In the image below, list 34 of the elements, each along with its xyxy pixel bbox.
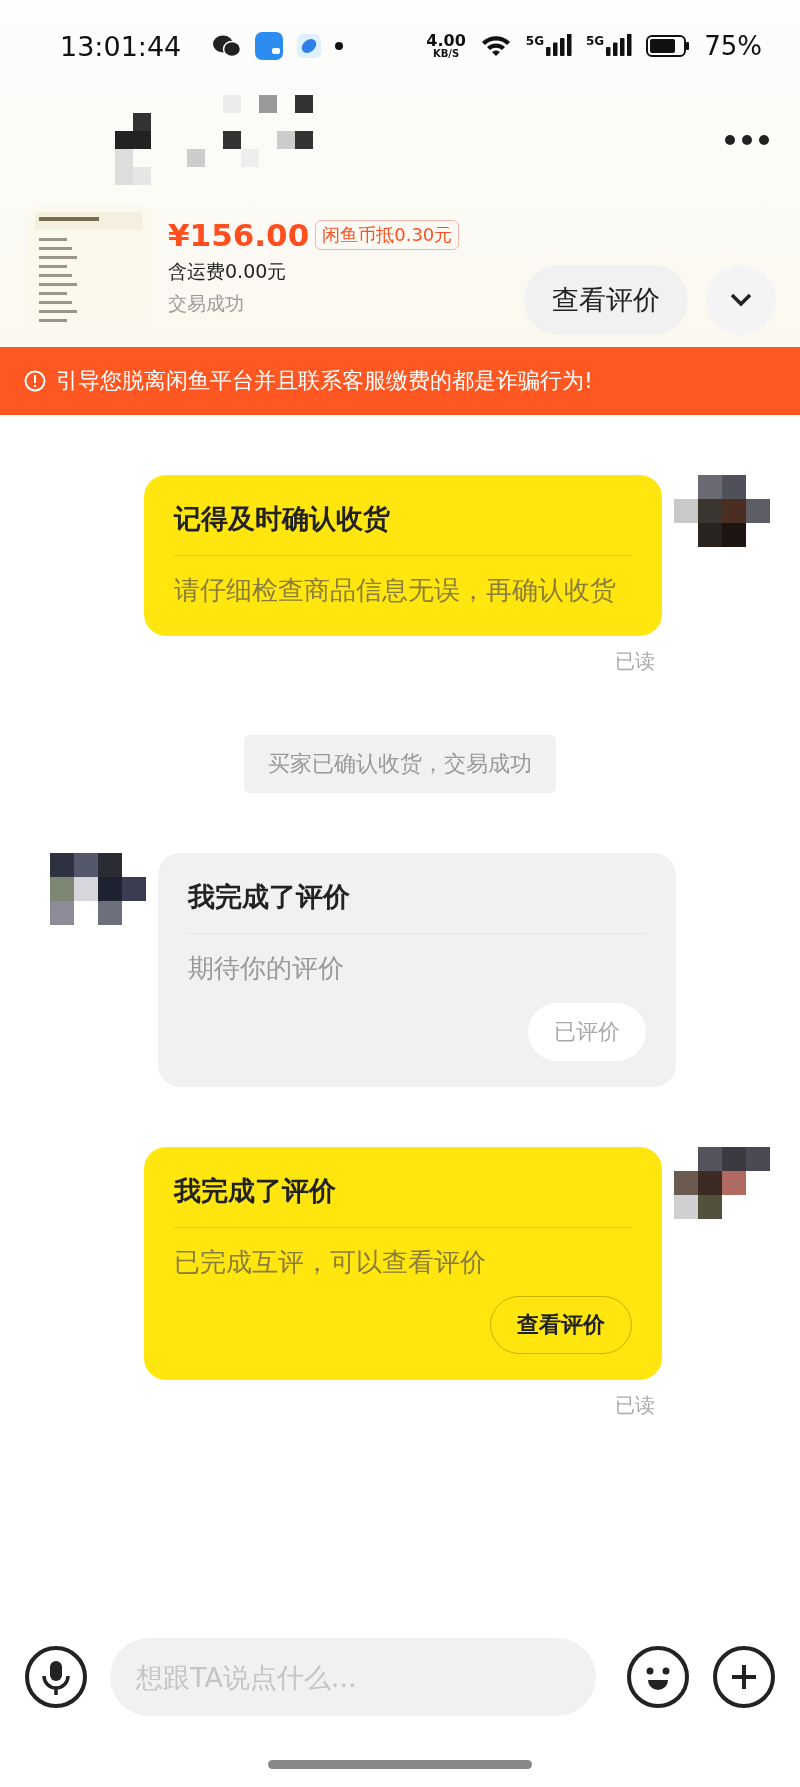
order-status: 交易成功 xyxy=(168,291,245,316)
coin-discount-tag: 闲鱼币抵0.30元 xyxy=(315,220,460,250)
price: ¥156.00 xyxy=(168,217,310,253)
view-review-button[interactable]: 查看评价 xyxy=(524,265,688,335)
message-text: 请仔细检查商品信息无误，再确认收货 xyxy=(174,574,617,607)
message-text: 已完成互评，可以查看评价 xyxy=(174,1245,487,1279)
network-type: 5G xyxy=(586,34,605,48)
add-button[interactable] xyxy=(712,1645,776,1709)
message-title: 记得及时确认收货 xyxy=(174,501,632,556)
app-icon xyxy=(255,32,284,60)
message-title: 我完成了评价 xyxy=(174,1172,632,1228)
battery-icon xyxy=(646,35,691,57)
system-notice: 买家已确认收货，交易成功 xyxy=(244,735,556,794)
chat-app-icon xyxy=(213,34,242,58)
emoji-button[interactable] xyxy=(626,1645,690,1709)
dot-icon xyxy=(335,42,344,50)
app-icon xyxy=(297,34,322,58)
network-speed: 4.00 xyxy=(426,33,466,49)
warning-icon xyxy=(24,370,46,392)
warning-text: 引导您脱离闲鱼平台并且联系客服缴费的都是诈骗行为! xyxy=(56,367,593,395)
shipping-fee: 含运费0.00元 xyxy=(168,259,288,284)
signal-icon xyxy=(606,34,633,58)
clock: 13:01:44 xyxy=(60,30,182,62)
read-receipt: 已读 xyxy=(615,1391,655,1419)
voice-button[interactable] xyxy=(24,1645,88,1709)
more-icon[interactable] xyxy=(724,133,770,146)
read-receipt: 已读 xyxy=(615,648,655,676)
signal-icon xyxy=(546,34,572,58)
speed-unit: KB/S xyxy=(432,49,460,59)
network-type: 5G xyxy=(525,34,544,48)
message-text: 期待你的评价 xyxy=(188,952,345,986)
chevron-down-icon xyxy=(730,293,752,307)
message-title: 我完成了评价 xyxy=(188,879,646,935)
battery-level: 75% xyxy=(704,31,762,61)
